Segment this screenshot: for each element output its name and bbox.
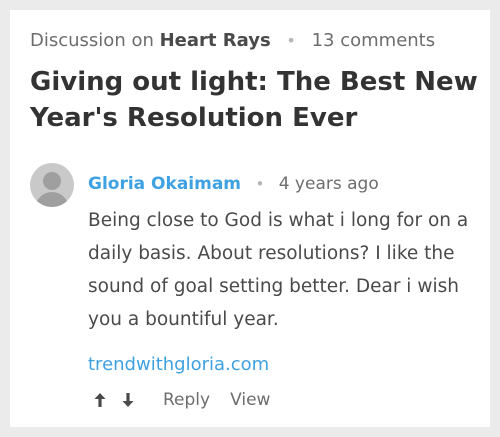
- discussion-meta: Discussion on Heart Rays • 13 comments: [30, 30, 435, 51]
- comment-card: Discussion on Heart Rays • 13 comments G…: [10, 10, 490, 427]
- avatar-shoulders-shape: [35, 192, 69, 207]
- meta-separator: •: [286, 31, 296, 50]
- discussion-title[interactable]: Giving out light: The Best New Year's Re…: [30, 64, 480, 136]
- community-link[interactable]: Heart Rays: [160, 30, 271, 51]
- comment-link[interactable]: trendwithgloria.com: [88, 354, 269, 375]
- comment-timestamp[interactable]: 4 years ago: [279, 174, 379, 194]
- author-name-link[interactable]: Gloria Okaimam: [88, 174, 241, 194]
- reply-button[interactable]: Reply: [163, 390, 210, 410]
- arrow-up-icon: [94, 393, 106, 407]
- header-separator: •: [255, 175, 265, 193]
- avatar-head-shape: [43, 172, 61, 190]
- downvote-button[interactable]: [118, 390, 138, 410]
- discussion-prefix: Discussion on: [30, 30, 154, 51]
- comment-count-link[interactable]: 13 comments: [312, 30, 436, 51]
- upvote-button[interactable]: [90, 390, 110, 410]
- avatar[interactable]: [30, 163, 74, 207]
- view-button[interactable]: View: [230, 390, 270, 410]
- arrow-down-icon: [122, 393, 134, 407]
- comment-body: Being close to God is what i long for on…: [88, 210, 469, 330]
- comment-header: Gloria Okaimam • 4 years ago: [88, 174, 379, 194]
- comment-actions: Reply View: [90, 388, 270, 412]
